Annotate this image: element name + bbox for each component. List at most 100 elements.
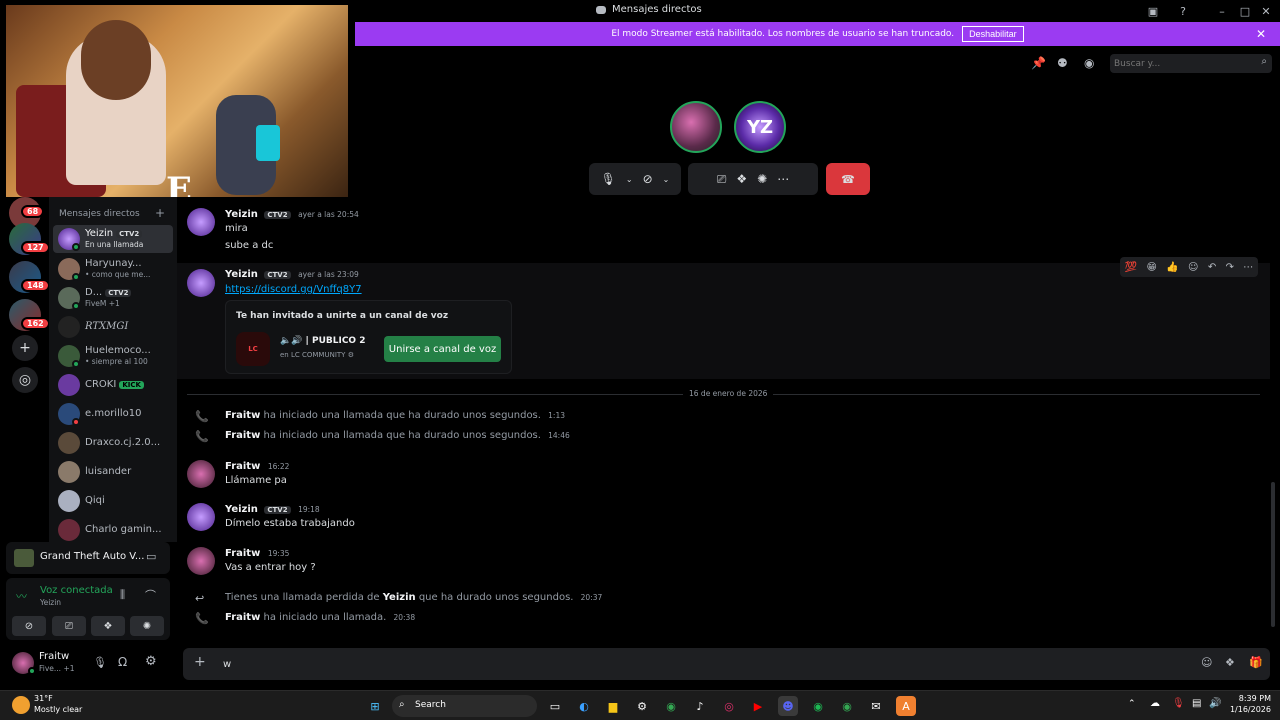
task-view-icon[interactable]: ▭ — [545, 696, 565, 716]
apps-icon[interactable]: ❖ — [1225, 656, 1235, 669]
participant-avatar-fraitw[interactable] — [670, 101, 722, 153]
inbox-icon[interactable]: ▣ — [1145, 3, 1161, 19]
reply-icon[interactable]: ↶ — [1208, 262, 1216, 273]
avatar[interactable] — [187, 460, 215, 488]
dm-item-qiqi[interactable]: Qiqi — [53, 487, 173, 515]
reaction-grin-icon[interactable]: 😁 — [1146, 262, 1156, 273]
soundboard-icon[interactable]: ✺ — [757, 172, 767, 186]
minimize-button[interactable]: – — [1214, 3, 1230, 19]
join-voice-button[interactable]: Unirse a canal de voz — [384, 336, 501, 362]
reaction-100-icon[interactable]: 💯 — [1125, 262, 1137, 273]
dm-item-yeizin[interactable]: Yeizin CTV2 En una llamada — [53, 225, 173, 253]
chrome-icon[interactable]: ◉ — [661, 696, 681, 716]
file-explorer-icon[interactable]: ▆ — [603, 696, 623, 716]
weather-icon[interactable] — [12, 696, 30, 714]
dm-item-rtxmgi[interactable]: RTXMGI — [53, 313, 173, 341]
spotify-icon[interactable]: ◉ — [808, 696, 828, 716]
clock-time[interactable]: 8:39 PM — [1229, 694, 1271, 703]
volume-icon[interactable]: 🔊 — [1209, 698, 1221, 709]
clock-date[interactable]: 1/16/2026 — [1225, 705, 1271, 714]
tiktok-icon[interactable]: ♪ — [690, 696, 710, 716]
dm-item-haryunay[interactable]: Haryunay... • como que me... — [53, 255, 173, 283]
dm-item-luisander[interactable]: luisander — [53, 458, 173, 486]
network-icon[interactable]: ▤ — [1192, 698, 1201, 709]
stream-game-icon[interactable]: ▭ — [146, 550, 156, 563]
add-friend-icon[interactable]: ⚉ — [1057, 56, 1068, 70]
discord-taskbar-icon[interactable]: ☻ — [778, 696, 798, 716]
user-name[interactable]: Fraitw — [39, 651, 69, 662]
message-input[interactable] — [223, 656, 1183, 672]
activities-icon[interactable]: ❖ — [736, 172, 747, 186]
chrome-icon-2[interactable]: ◉ — [837, 696, 857, 716]
soundboard-button[interactable]: ✺ — [130, 616, 164, 636]
chevron-down-icon[interactable]: ⌄ — [663, 175, 670, 184]
event-author[interactable]: Fraitw — [225, 430, 260, 441]
chat-scrollbar[interactable] — [1271, 482, 1275, 627]
avatar[interactable] — [187, 269, 215, 297]
pin-icon[interactable]: 📌 — [1031, 56, 1046, 70]
youtube-icon[interactable]: ▶ — [748, 696, 768, 716]
noise-suppression-icon[interactable]: ⫼ — [120, 588, 125, 602]
search-box[interactable]: ⌕ — [1110, 54, 1272, 73]
emoji-icon[interactable]: ☺ — [1201, 656, 1212, 669]
settings-gear-icon[interactable]: ⚙ — [145, 654, 157, 669]
add-reaction-icon[interactable]: ☺ — [1188, 262, 1198, 273]
dm-item-emorillo10[interactable]: e.morillo10 — [53, 400, 173, 428]
message-author[interactable]: Yeizin — [225, 269, 258, 280]
attach-plus-icon[interactable]: + — [194, 654, 206, 670]
disconnect-icon[interactable]: ⌒ — [145, 587, 156, 603]
message-author[interactable]: Yeizin — [225, 504, 258, 515]
chevron-down-icon[interactable]: ⌄ — [626, 175, 633, 184]
event-author[interactable]: Fraitw — [225, 612, 260, 623]
camera-off-button[interactable]: ⊘ — [12, 616, 46, 636]
microphone-icon[interactable]: 🎙 — [601, 172, 616, 186]
voice-channel[interactable]: Yeizin — [40, 598, 61, 607]
camera-off-icon[interactable]: ⊘ — [643, 172, 653, 186]
explore-servers-icon[interactable]: ◎ — [12, 367, 38, 393]
instagram-icon[interactable]: ◎ — [719, 696, 739, 716]
participant-avatar-yeizin[interactable]: YZ — [734, 101, 786, 153]
screen-share-button[interactable]: ⎚ — [52, 616, 86, 636]
tray-chevron-icon[interactable]: ⌃ — [1128, 699, 1136, 709]
missed-author[interactable]: Yeizin — [383, 592, 416, 603]
tray-app-icon[interactable]: ☁ — [1150, 698, 1160, 709]
microphone-icon[interactable]: 🎙 — [93, 656, 107, 669]
user-profile-icon[interactable]: ◉ — [1084, 56, 1094, 70]
avatar[interactable] — [187, 547, 215, 575]
more-options-icon[interactable]: ⋯ — [777, 172, 789, 186]
banner-close-icon[interactable]: ✕ — [1256, 27, 1266, 41]
reaction-thumbsup-icon[interactable]: 👍 — [1166, 262, 1178, 273]
new-dm-icon[interactable]: + — [155, 206, 165, 220]
search-input[interactable] — [1114, 56, 1249, 71]
dm-item-croki[interactable]: CROKI KICK — [53, 371, 173, 399]
avatar[interactable] — [187, 208, 215, 236]
screen-share-icon[interactable]: ⎚ — [717, 172, 727, 187]
invite-link[interactable]: https://discord.gg/Vnffq8Y7 — [225, 284, 362, 295]
message-author[interactable]: Fraitw — [225, 461, 260, 472]
disconnect-call-button[interactable]: ☎ — [826, 163, 870, 195]
disable-streamer-button[interactable]: Deshabilitar — [962, 26, 1024, 42]
dm-item-draxco[interactable]: Draxco.cj.2.0... — [53, 429, 173, 457]
dm-item-huelemoco[interactable]: Huelemoco... • siempre al 100 — [53, 342, 173, 370]
close-window-button[interactable]: ✕ — [1258, 3, 1274, 19]
event-author[interactable]: Fraitw — [225, 410, 260, 421]
activities-button[interactable]: ❖ — [91, 616, 125, 636]
taskbar-search[interactable]: ⌕ Search — [392, 695, 537, 717]
app-icon[interactable]: A — [896, 696, 916, 716]
mail-icon[interactable]: ✉ — [866, 696, 886, 716]
message-author[interactable]: Yeizin — [225, 209, 258, 220]
help-icon[interactable]: ? — [1175, 3, 1191, 19]
maximize-button[interactable]: □ — [1237, 3, 1253, 19]
edge-icon[interactable]: ◐ — [574, 696, 594, 716]
avatar[interactable] — [187, 503, 215, 531]
dm-item-charlo[interactable]: Charlo gamin... — [53, 516, 173, 542]
add-server-icon[interactable]: + — [12, 335, 38, 361]
more-options-icon[interactable]: ⋯ — [1243, 262, 1253, 273]
dm-item-d[interactable]: D... CTV2 FiveM +1 — [53, 284, 173, 312]
forward-icon[interactable]: ↷ — [1226, 262, 1234, 273]
voice-status[interactable]: Voz conectada — [40, 585, 113, 596]
headphones-icon[interactable]: Ω — [118, 655, 127, 669]
tray-mic-icon[interactable]: 🎙 — [1172, 698, 1185, 709]
windows-start-icon[interactable]: ⊞ — [365, 696, 385, 716]
settings-app-icon[interactable]: ⚙ — [632, 696, 652, 716]
